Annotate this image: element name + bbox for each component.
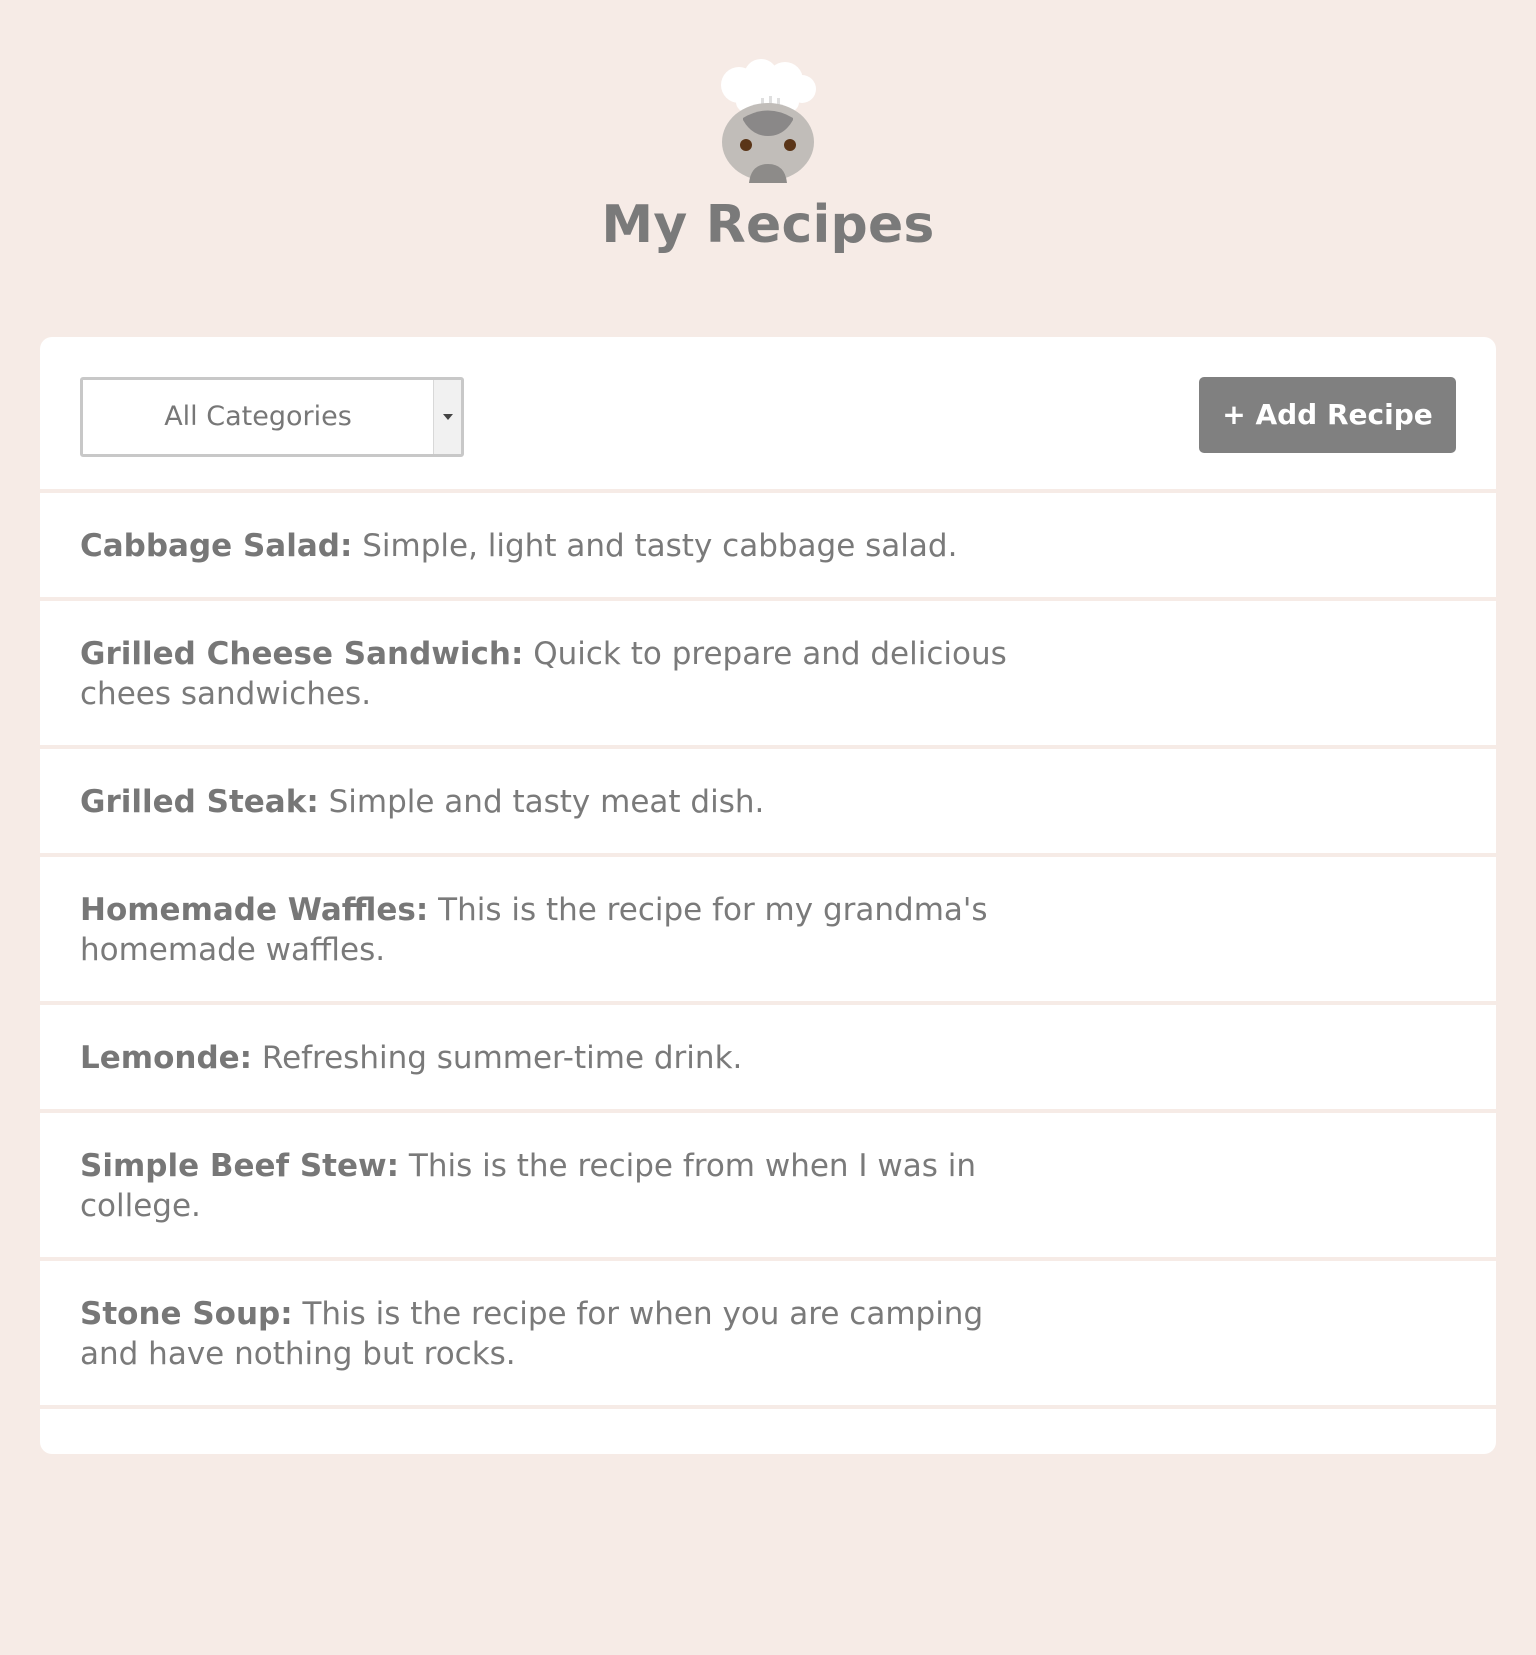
- recipe-name: Homemade Waffles:: [80, 892, 429, 928]
- recipe-summary: Cabbage Salad: Simple, light and tasty c…: [80, 526, 1020, 566]
- recipe-description: Refreshing summer-time drink.: [252, 1040, 743, 1076]
- page-title: My Recipes: [601, 195, 935, 255]
- recipe-item-homemade-waffles[interactable]: Homemade Waffles: This is the recipe for…: [40, 857, 1496, 1005]
- recipe-description: Simple, light and tasty cabbage salad.: [352, 528, 958, 564]
- recipe-item-cabbage-salad[interactable]: Cabbage Salad: Simple, light and tasty c…: [40, 493, 1496, 601]
- chef-hat-icon: [721, 59, 816, 183]
- recipe-toolbar: All Categories + Add Recipe: [40, 337, 1496, 493]
- recipe-summary: Grilled Steak: Simple and tasty meat dis…: [80, 782, 1020, 822]
- recipe-name: Lemonde:: [80, 1040, 253, 1076]
- recipe-card: All Categories + Add Recipe Cabbage Sala…: [40, 337, 1496, 1452]
- recipe-item-grilled-steak[interactable]: Grilled Steak: Simple and tasty meat dis…: [40, 749, 1496, 857]
- recipe-summary: Stone Soup: This is the recipe for when …: [80, 1294, 1020, 1374]
- recipe-description: Simple and tasty meat dish.: [318, 784, 765, 820]
- page-header: My Recipes: [0, 0, 1536, 300]
- recipe-summary: Lemonde: Refreshing summer-time drink.: [80, 1038, 1020, 1078]
- recipe-item-grilled-cheese-sandwich[interactable]: Grilled Cheese Sandwich: Quick to prepar…: [40, 601, 1496, 749]
- recipe-item-lemonde[interactable]: Lemonde: Refreshing summer-time drink.: [40, 1005, 1496, 1113]
- recipe-item-simple-beef-stew[interactable]: Simple Beef Stew: This is the recipe fro…: [40, 1113, 1496, 1261]
- recipe-name: Grilled Cheese Sandwich:: [80, 636, 524, 672]
- recipe-summary: Homemade Waffles: This is the recipe for…: [80, 890, 1020, 970]
- recipe-name: Grilled Steak:: [80, 784, 319, 820]
- list-footer-strip: [40, 1414, 1496, 1454]
- category-filter-label: All Categories: [164, 401, 352, 432]
- add-recipe-button[interactable]: + Add Recipe: [1199, 377, 1456, 453]
- recipe-item-stone-soup[interactable]: Stone Soup: This is the recipe for when …: [40, 1261, 1496, 1409]
- chevron-down-icon[interactable]: [433, 380, 461, 454]
- recipe-name: Stone Soup:: [80, 1296, 293, 1332]
- recipe-name: Cabbage Salad:: [80, 528, 353, 564]
- recipe-name: Simple Beef Stew:: [80, 1148, 400, 1184]
- category-filter-select[interactable]: All Categories: [80, 377, 464, 457]
- recipe-summary: Grilled Cheese Sandwich: Quick to prepar…: [80, 634, 1020, 714]
- recipe-summary: Simple Beef Stew: This is the recipe fro…: [80, 1146, 1020, 1226]
